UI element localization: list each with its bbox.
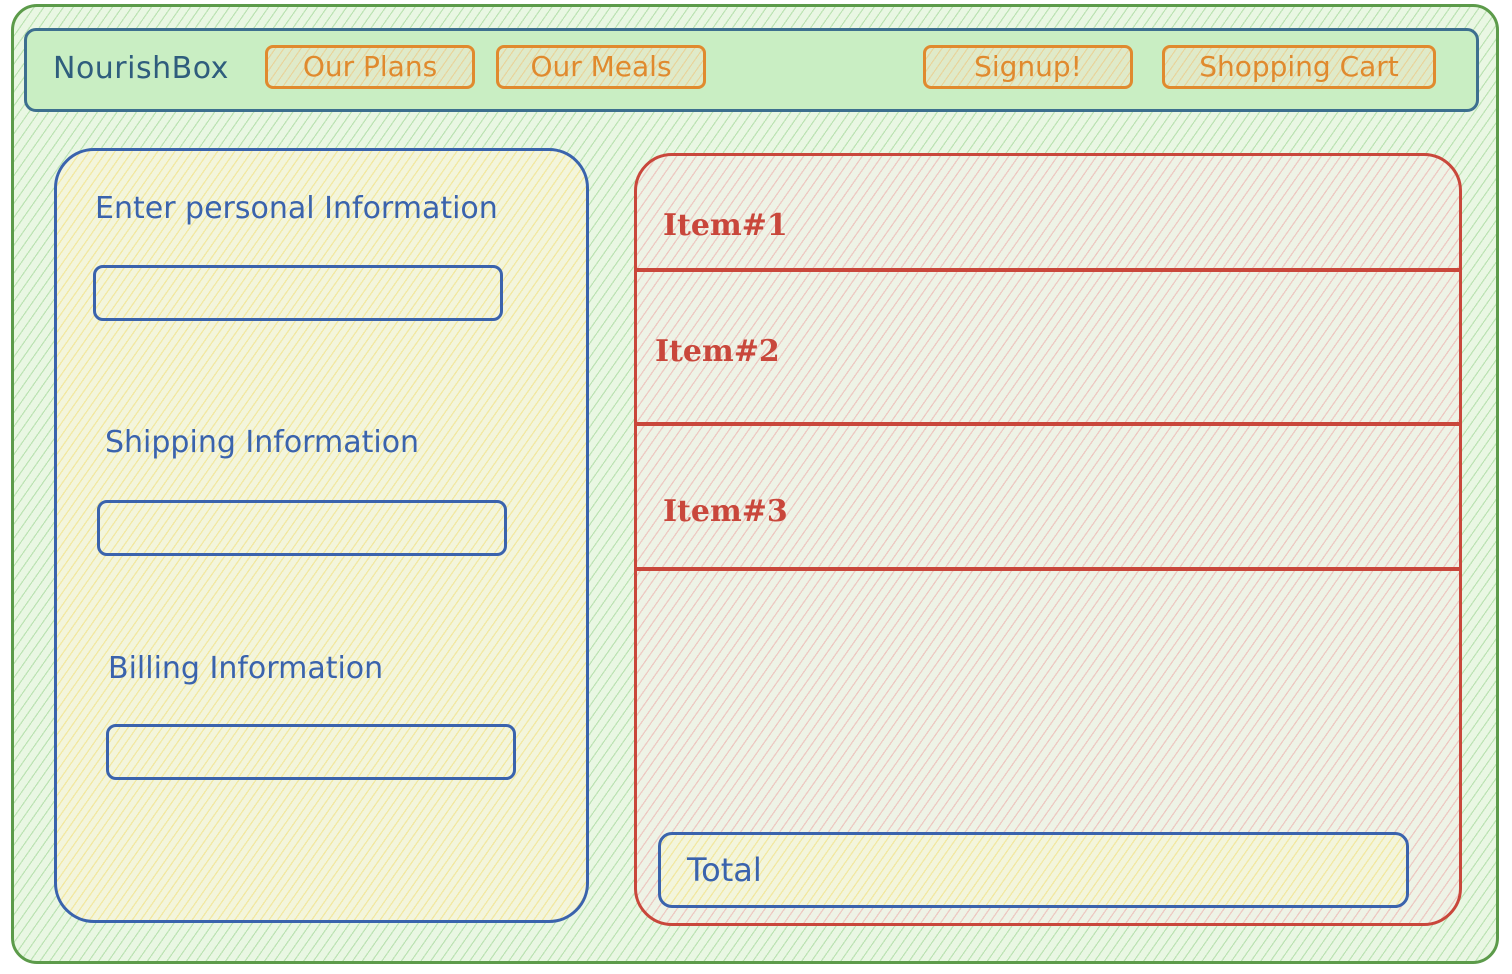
our-meals-button[interactable]: Our Meals	[496, 45, 706, 89]
shopping-cart-button[interactable]: Shopping Cart	[1162, 45, 1436, 89]
our-plans-button[interactable]: Our Plans	[265, 45, 475, 89]
personal-info-field[interactable]	[93, 265, 503, 321]
top-navbar: NourishBox Our Plans Our Meals Signup! S…	[24, 28, 1479, 112]
cart-item-label: Item#2	[655, 334, 780, 369]
cart-item[interactable]: Item#3	[637, 426, 1459, 571]
total-label: Total	[687, 851, 762, 889]
cart-item[interactable]: Item#1	[637, 156, 1459, 272]
cart-item-label: Item#1	[663, 208, 788, 243]
billing-info-label: Billing Information	[108, 651, 384, 686]
personal-info-label: Enter personal Information	[95, 191, 498, 226]
brand-logo[interactable]: NourishBox	[53, 51, 229, 86]
shipping-info-label: Shipping Information	[105, 425, 420, 460]
checkout-form-panel: Enter personal Information Shipping Info…	[54, 148, 589, 923]
signup-button[interactable]: Signup!	[923, 45, 1133, 89]
cart-item-label: Item#3	[663, 494, 788, 529]
billing-info-field[interactable]	[106, 724, 516, 780]
cart-panel: Item#1 Item#2 Item#3 Total	[634, 153, 1462, 926]
cart-item[interactable]: Item#2	[637, 272, 1459, 426]
total-box: Total	[658, 832, 1409, 908]
shipping-info-field[interactable]	[97, 500, 507, 556]
